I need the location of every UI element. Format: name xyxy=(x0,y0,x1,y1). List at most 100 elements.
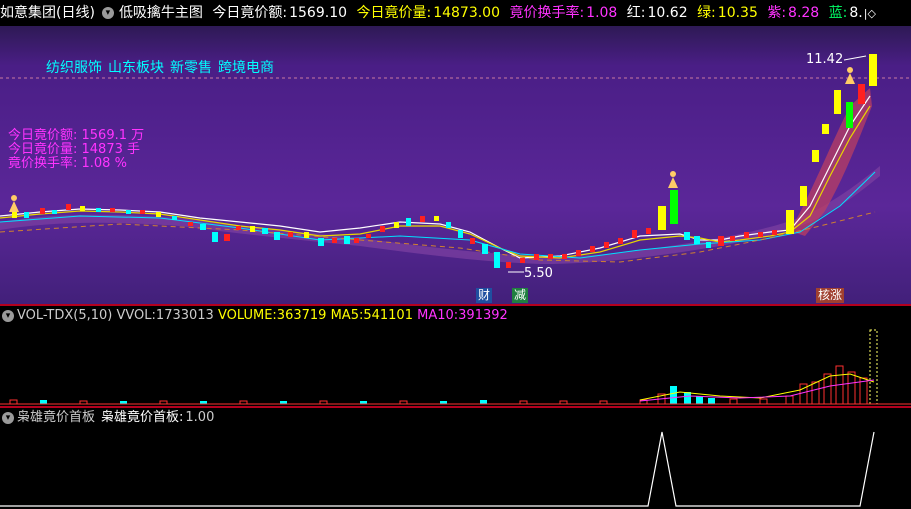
candle xyxy=(869,54,877,86)
auction-amount-line: 今日竟价额: 1569.1 万 xyxy=(8,128,145,143)
candle xyxy=(344,236,350,244)
candle xyxy=(730,236,735,241)
candle xyxy=(262,228,268,234)
candle xyxy=(126,210,131,214)
volume-chart[interactable] xyxy=(0,326,911,406)
purple-label: 紫: xyxy=(767,5,787,21)
candle xyxy=(434,216,439,221)
candle xyxy=(590,246,595,252)
bottom-indicator-value: 1.00 xyxy=(185,410,215,425)
ma-line-white xyxy=(0,95,871,259)
candle xyxy=(684,232,690,240)
ma-line-cyan xyxy=(0,171,876,259)
candle xyxy=(506,262,511,268)
sector-tag[interactable]: 山东板块 xyxy=(108,60,164,76)
high-price-label: 11.42 xyxy=(806,52,844,67)
chevron-down-icon[interactable]: ▾ xyxy=(2,309,14,322)
candle xyxy=(744,232,749,238)
candle xyxy=(236,226,241,230)
candle xyxy=(200,224,206,230)
volume-bar xyxy=(40,400,47,404)
candle xyxy=(646,228,651,234)
ma10-value: 391392 xyxy=(458,308,508,323)
main-indicator-name[interactable]: 低吸擒牛主图 xyxy=(119,5,203,21)
volume-bar xyxy=(785,395,794,405)
candle xyxy=(318,238,324,246)
candle xyxy=(812,150,819,162)
finance-tag[interactable]: 财 xyxy=(476,288,493,303)
candle xyxy=(618,238,623,244)
candle xyxy=(420,216,425,222)
red-label: 红: xyxy=(626,5,646,21)
auction-volume-line: 今日竟价量: 14873 手 xyxy=(8,142,140,157)
sector-tag[interactable]: 新零售 xyxy=(170,60,212,76)
candle xyxy=(304,232,309,238)
candle xyxy=(288,232,293,237)
volume-label: 今日竟价量: xyxy=(356,5,432,21)
signal-line xyxy=(0,431,875,507)
signal-figure-icon xyxy=(9,195,19,212)
chevron-down-icon[interactable]: ▾ xyxy=(2,411,14,424)
candle xyxy=(212,232,218,242)
volume-bar xyxy=(811,381,820,405)
volume-bar xyxy=(696,396,703,404)
nav-arrows-icon[interactable]: |◇ xyxy=(864,7,876,20)
high-pointer xyxy=(843,55,867,61)
candle xyxy=(786,210,794,234)
candle xyxy=(706,242,711,248)
vvol-value: 1733013 xyxy=(155,308,214,323)
green-value: 10.35 xyxy=(717,5,758,21)
price-chart-panel[interactable]: 纺织服饰 山东板块 新零售 跨境电商 今日竟价额: 1569.1 万 今日竟价量: 1… xyxy=(0,26,911,304)
stock-title[interactable]: 如意集团(日线) xyxy=(0,5,95,21)
volume-bar xyxy=(708,398,715,404)
limit-up-tag[interactable]: 核涨 xyxy=(816,288,845,303)
candle xyxy=(406,218,411,226)
sector-tag[interactable]: 纺织服饰 xyxy=(46,60,102,76)
candle xyxy=(224,234,230,241)
candle xyxy=(822,124,829,134)
signal-chart[interactable] xyxy=(0,428,911,508)
sector-tags: 纺织服饰 山东板块 新零售 跨境电商 xyxy=(46,57,280,77)
indicator-panel-header: ▾ 枭雄竟价首板 枭雄竟价首板: 1.00 xyxy=(0,408,911,428)
candle xyxy=(24,212,29,218)
auction-info: 今日竟价额: 1569.1 万 今日竟价量: 14873 手 竟价换手率: 1.… xyxy=(8,129,144,171)
candle xyxy=(188,222,193,226)
candle xyxy=(834,90,841,114)
volume-bar xyxy=(670,386,677,404)
sector-tag[interactable]: 跨境电商 xyxy=(218,60,274,76)
ma5-label: MA5: xyxy=(330,308,364,323)
candle xyxy=(274,232,280,240)
vvol-label: VVOL: xyxy=(116,308,156,323)
candle xyxy=(520,258,525,263)
candle xyxy=(394,222,399,228)
candle xyxy=(66,204,71,210)
green-label: 绿: xyxy=(697,5,716,21)
volume-bar xyxy=(9,399,18,405)
ma-ribbon xyxy=(0,166,880,264)
blue-value: 8. xyxy=(849,5,863,21)
bottom-indicator-label: 枭雄竟价首板: xyxy=(101,410,184,425)
candle xyxy=(52,210,57,214)
bottom-indicator-name[interactable]: 枭雄竟价首板 xyxy=(17,410,95,425)
candle xyxy=(718,236,724,246)
candle xyxy=(40,208,45,214)
chevron-down-icon[interactable]: ▾ xyxy=(101,7,114,19)
candle xyxy=(366,234,371,238)
turnover-value: 1.08 xyxy=(586,5,618,21)
reduce-tag[interactable]: 减 xyxy=(512,288,529,303)
volume-bar xyxy=(729,398,738,405)
volume-indicator-name[interactable]: VOL-TDX(5,10) xyxy=(17,308,112,323)
volume-label: VOLUME: xyxy=(217,308,277,323)
candle xyxy=(772,230,777,235)
signal-figure-icon xyxy=(845,67,855,84)
amount-label: 今日竟价额: xyxy=(212,5,288,21)
volume-panel-header: ▾ VOL-TDX(5,10) VVOL:1733013 VOLUME:36371… xyxy=(0,306,911,326)
ma10-label: MA10: xyxy=(417,308,459,323)
candle xyxy=(458,230,463,238)
top-info-bar: 如意集团(日线) ▾ 低吸擒牛主图 今日竟价额: 1569.10 今日竟价量: 1487… xyxy=(0,0,911,26)
purple-value: 8.28 xyxy=(788,5,820,21)
candle xyxy=(156,212,161,217)
candle xyxy=(332,238,337,243)
candle xyxy=(670,190,678,224)
red-value: 10.62 xyxy=(647,5,688,21)
